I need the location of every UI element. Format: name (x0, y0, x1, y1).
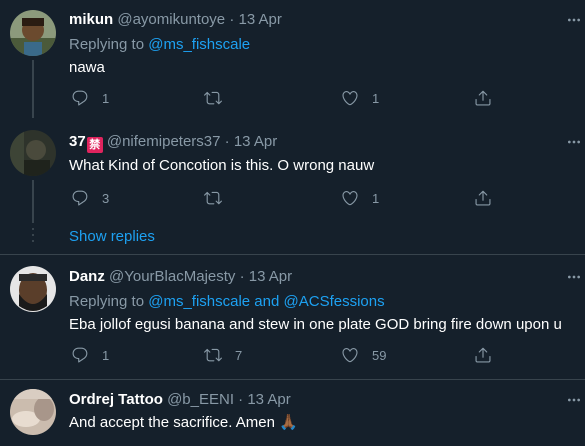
retweet-icon (204, 346, 222, 364)
more-icon[interactable] (566, 392, 582, 408)
reply-count: 3 (102, 190, 110, 206)
retweet-button[interactable] (204, 88, 222, 108)
display-name[interactable]: Danz (69, 268, 105, 285)
share-button[interactable] (474, 345, 492, 365)
user-handle[interactable]: @b_EENI (167, 391, 234, 408)
retweet-count: 7 (235, 347, 243, 363)
thread-line (32, 60, 34, 118)
share-button[interactable] (474, 88, 492, 108)
separator-dot: · (238, 391, 244, 408)
more-icon[interactable] (566, 12, 582, 28)
tweet-header: Danz @YourBlacMajesty · 13 Apr (69, 267, 292, 287)
reply-count: 1 (102, 90, 110, 106)
tweet-text: What Kind of Concotion is this. O wrong … (69, 157, 375, 174)
share-icon (474, 89, 492, 107)
retweet-icon (204, 89, 222, 107)
replying-prefix: Replying to (69, 293, 145, 310)
display-name[interactable]: Ordrej Tattoo (69, 391, 163, 408)
replying-to-link[interactable]: @ms_fishscale (148, 36, 250, 53)
tweet-header: mikun @ayomikuntoye · 13 Apr (69, 10, 282, 30)
retweet-icon (204, 189, 222, 207)
tweet-text: Eba jollof egusi banana and stew in one … (69, 316, 562, 333)
tweet-text: nawa (69, 59, 105, 76)
more-icon[interactable] (566, 134, 582, 150)
share-icon (474, 346, 492, 364)
tweet[interactable]: Danz @YourBlacMajesty · 13 Apr Replying … (0, 255, 585, 379)
avatar[interactable] (10, 389, 56, 435)
retweet-button[interactable] (204, 188, 222, 208)
user-handle[interactable]: @ayomikuntoye (117, 11, 225, 28)
reply-button[interactable]: 1 (71, 88, 109, 108)
replying-to-link[interactable]: @ms_fishscale and @ACSfessions (148, 293, 384, 310)
like-button[interactable]: 1 (341, 188, 379, 208)
separator-dot: · (239, 268, 245, 285)
reply-button[interactable]: 1 (71, 345, 109, 365)
like-button[interactable]: 1 (341, 88, 379, 108)
tweet-date[interactable]: 13 Apr (238, 11, 281, 28)
like-count: 1 (372, 190, 380, 206)
reply-count: 1 (102, 347, 110, 363)
like-icon (341, 189, 359, 207)
tweet-date[interactable]: 13 Apr (249, 268, 292, 285)
show-replies-link[interactable]: Show replies (69, 227, 155, 247)
display-name-text: 37 (69, 133, 86, 150)
like-icon (341, 89, 359, 107)
display-name[interactable]: mikun (69, 11, 113, 28)
like-count: 59 (372, 347, 387, 363)
avatar[interactable] (10, 10, 56, 56)
replying-to: Replying to @ms_fishscale (69, 35, 250, 55)
thread-dots (32, 228, 34, 230)
thread-dots (32, 234, 34, 236)
share-icon (474, 189, 492, 207)
avatar[interactable] (10, 130, 56, 176)
like-button[interactable]: 59 (341, 345, 386, 365)
reply-button[interactable]: 3 (71, 188, 109, 208)
tweet[interactable]: mikun @ayomikuntoye · 13 Apr Replying to… (0, 0, 585, 118)
tweet-date[interactable]: 13 Apr (234, 133, 277, 150)
thread-line (32, 180, 34, 223)
user-handle[interactable]: @YourBlacMajesty (109, 268, 235, 285)
tweet-date[interactable]: 13 Apr (247, 391, 290, 408)
reply-icon (71, 89, 89, 107)
more-icon[interactable] (566, 269, 582, 285)
reply-icon (71, 189, 89, 207)
avatar[interactable] (10, 266, 56, 312)
tweet-header: 37 禁 @nifemipeters37 · 13 Apr (69, 132, 277, 153)
like-icon (341, 346, 359, 364)
share-button[interactable] (474, 188, 492, 208)
separator-dot: · (224, 133, 230, 150)
retweet-button[interactable]: 7 (204, 345, 242, 365)
thread-dots (32, 240, 34, 242)
display-name[interactable]: 37 禁 (69, 133, 103, 153)
tweet-text: And accept the sacrifice. Amen 🙏🏾 (69, 414, 298, 431)
replying-prefix: Replying to (69, 36, 145, 53)
tweet-header: Ordrej Tattoo @b_EENI · 13 Apr (69, 390, 291, 410)
tweet[interactable]: Ordrej Tattoo @b_EENI · 13 Apr And accep… (0, 380, 585, 446)
emoji-badge: 禁 (86, 137, 103, 153)
user-handle[interactable]: @nifemipeters37 (107, 133, 221, 150)
reply-icon (71, 346, 89, 364)
like-count: 1 (372, 90, 380, 106)
separator-dot: · (229, 11, 235, 28)
replying-to: Replying to @ms_fishscale and @ACSfessio… (69, 292, 385, 312)
